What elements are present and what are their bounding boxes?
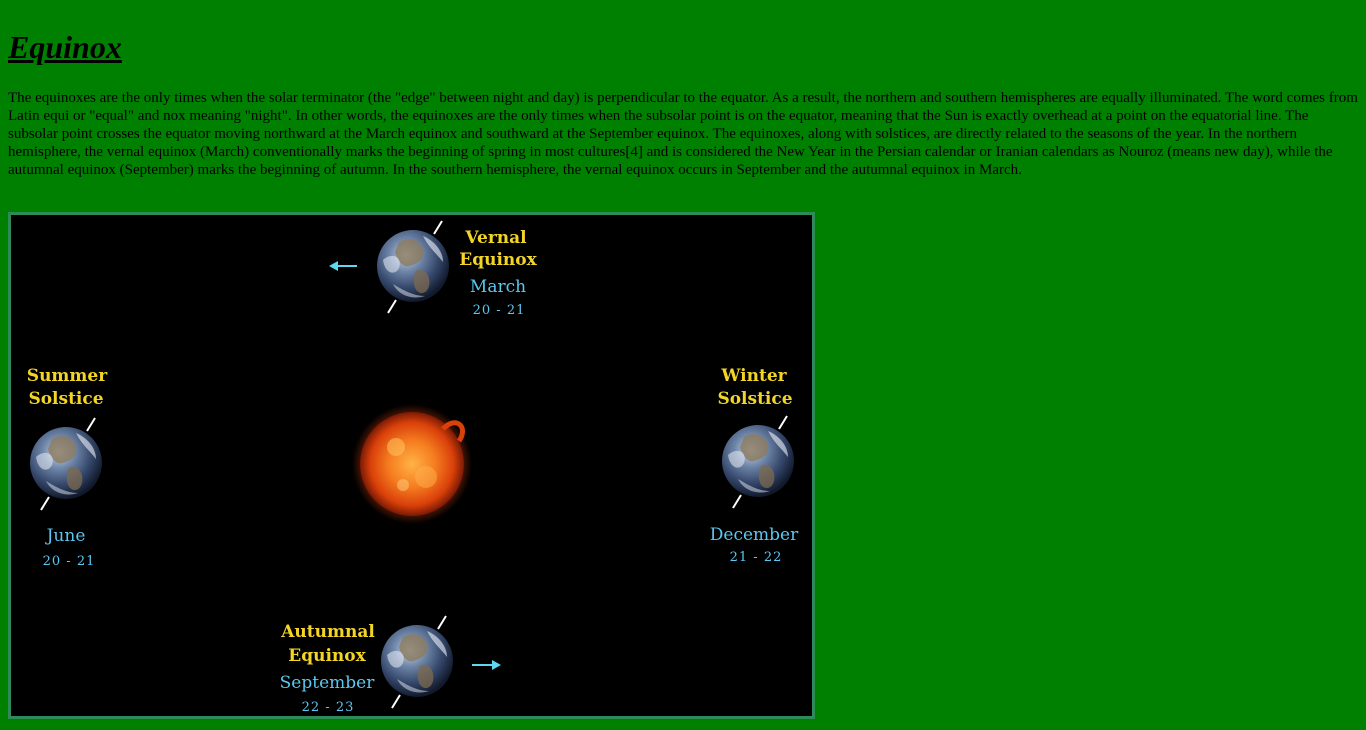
autumnal-dates: 22 - 23 bbox=[302, 700, 355, 715]
page-title: Equinox bbox=[8, 29, 122, 65]
sun-image bbox=[352, 404, 472, 524]
vernal-dates: 20 - 21 bbox=[473, 303, 526, 318]
vernal-month: March bbox=[470, 277, 526, 297]
winter-label-line1: Winter bbox=[720, 366, 787, 386]
earth-autumnal-image bbox=[381, 615, 453, 709]
page: Equinox The equinoxes are the only times… bbox=[0, 0, 1366, 730]
earth-vernal-image bbox=[377, 220, 449, 314]
winter-dates: 21 - 22 bbox=[730, 550, 783, 565]
earth-summer-image bbox=[30, 417, 102, 511]
vernal-label-line1: Vernal bbox=[464, 228, 527, 248]
earth-winter-image bbox=[722, 415, 794, 509]
seasons-diagram: Vernal Equinox March 20 - 21 Summer Sols… bbox=[8, 212, 815, 719]
autumnal-month: September bbox=[280, 673, 376, 693]
orbit-arrow-right-icon bbox=[472, 660, 501, 670]
intro-paragraph: The equinoxes are the only times when th… bbox=[8, 90, 1358, 178]
winter-label-line2: Solstice bbox=[717, 389, 792, 409]
winter-month: December bbox=[710, 525, 799, 545]
vernal-label-line2: Equinox bbox=[459, 250, 537, 270]
summer-label-line1: Summer bbox=[27, 366, 108, 386]
autumnal-label-line1: Autumnal bbox=[280, 622, 375, 642]
summer-month: June bbox=[45, 526, 86, 546]
autumnal-label-line2: Equinox bbox=[288, 646, 366, 666]
orbit-arrow-left-icon bbox=[329, 261, 357, 271]
summer-dates: 20 - 21 bbox=[43, 554, 96, 569]
summer-label-line2: Solstice bbox=[28, 389, 103, 409]
